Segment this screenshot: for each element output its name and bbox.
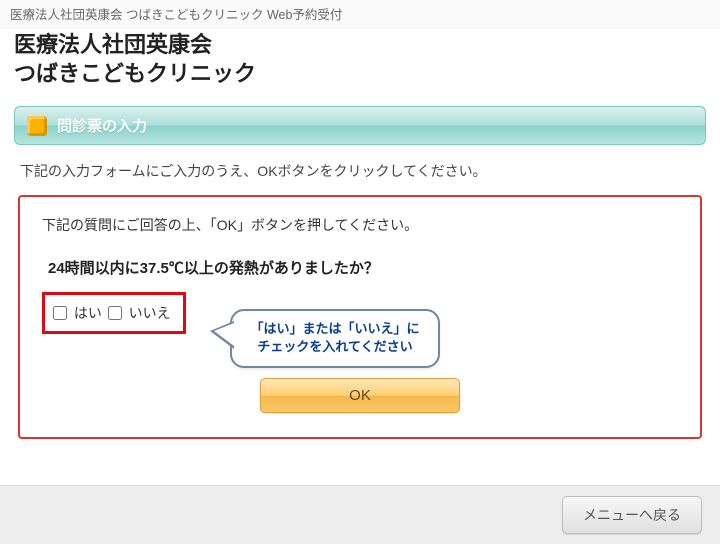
answer-yes-text: はい: [74, 305, 102, 321]
answer-yes-label[interactable]: はい: [53, 305, 106, 321]
hint-bubble: 「はい」または「いいえ」に チェックを入れてください: [230, 309, 440, 367]
back-to-menu-button[interactable]: メニューへ戻る: [562, 496, 702, 534]
hint-bubble-body: 「はい」または「いいえ」に チェックを入れてください: [230, 309, 440, 367]
breadcrumb: 医療法人社団英康会 つばきこどもクリニック Web予約受付: [0, 0, 720, 29]
page-instruction: 下記の入力フォームにご入力のうえ、OKボタンをクリックしてください。: [0, 145, 720, 195]
questionnaire-panel: 下記の質問にご回答の上、「OK」ボタンを押してください。 24時間以内に37.5…: [18, 195, 702, 439]
ok-button[interactable]: OK: [260, 378, 460, 413]
footer-bar: メニューへ戻る: [0, 485, 720, 544]
page-header: 医療法人社団英康会 つばきこどもクリニック: [0, 29, 720, 100]
answer-highlight-box: はい いいえ: [42, 292, 186, 334]
answer-yes-checkbox[interactable]: [53, 306, 67, 320]
org-name: 医療法人社団英康会: [14, 31, 708, 60]
cube-icon: [27, 116, 47, 136]
clinic-name: つばきこどもクリニック: [14, 60, 708, 89]
answer-no-label[interactable]: いいえ: [108, 305, 171, 321]
hint-line-2: チェックを入れてください: [248, 338, 422, 356]
section-title: 問診票の入力: [57, 115, 147, 136]
question-text: 24時間以内に37.5℃以上の発熱がありましたか？: [48, 257, 678, 278]
answer-no-checkbox[interactable]: [108, 306, 122, 320]
hint-line-1: 「はい」または「いいえ」に: [248, 320, 422, 338]
section-title-bar: 問診票の入力: [14, 106, 706, 145]
answer-no-text: いいえ: [129, 305, 171, 321]
panel-instruction: 下記の質問にご回答の上、「OK」ボタンを押してください。: [42, 215, 678, 235]
